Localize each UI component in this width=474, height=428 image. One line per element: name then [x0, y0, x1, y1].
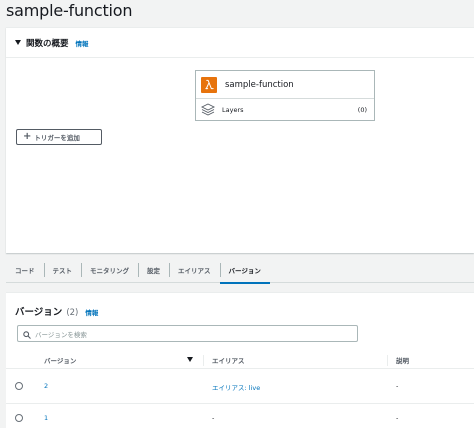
- overview-title: 関数の概要: [26, 38, 69, 49]
- plus-icon: +: [23, 131, 32, 142]
- column-divider: [203, 355, 204, 366]
- sort-down-icon[interactable]: [187, 357, 193, 362]
- function-overview-panel: 関数の概要 情報 sample-function Layers (0) + トリ…: [6, 27, 474, 253]
- versions-title: バージョン: [15, 307, 63, 318]
- tab-aliases[interactable]: エイリアス: [169, 258, 220, 282]
- search-placeholder: バージョンを検索: [35, 330, 87, 339]
- versions-header: バージョン (2) 情報: [15, 304, 98, 318]
- search-icon: [23, 324, 31, 343]
- version-link[interactable]: 2: [44, 382, 48, 390]
- tab-monitoring[interactable]: モニタリング: [81, 258, 138, 282]
- alias-link[interactable]: エイリアス: live: [212, 382, 260, 392]
- function-node[interactable]: sample-function: [196, 71, 374, 99]
- versions-info-link[interactable]: 情報: [85, 307, 98, 317]
- layers-node[interactable]: Layers (0): [196, 99, 374, 121]
- versions-panel: バージョン (2) 情報 バージョンを検索 バージョン エイリアス 説明 2 エ…: [6, 292, 474, 428]
- layers-icon: [200, 101, 216, 120]
- layers-label: Layers: [222, 106, 244, 114]
- column-header-alias[interactable]: エイリアス: [212, 351, 245, 369]
- versions-table-header: バージョン エイリアス 説明: [6, 351, 474, 369]
- tab-configuration[interactable]: 設定: [138, 258, 169, 282]
- table-row: 2 エイリアス: live -: [6, 369, 474, 404]
- description-cell: -: [396, 414, 399, 422]
- caret-down-icon[interactable]: [15, 40, 21, 45]
- versions-count: (2): [66, 308, 79, 318]
- function-diagram-box: sample-function Layers (0): [195, 70, 375, 121]
- tab-code[interactable]: コード: [6, 258, 44, 282]
- overview-info-link[interactable]: 情報: [76, 38, 89, 48]
- description-cell: -: [396, 382, 399, 390]
- page-title: sample-function: [6, 1, 133, 20]
- radio-icon[interactable]: [15, 382, 23, 390]
- version-link[interactable]: 1: [44, 414, 48, 422]
- column-header-version[interactable]: バージョン: [44, 351, 76, 369]
- column-header-description[interactable]: 説明: [396, 351, 409, 369]
- layers-count: (0): [357, 106, 367, 114]
- function-name: sample-function: [225, 79, 294, 90]
- add-trigger-label: トリガーを追加: [34, 134, 80, 142]
- add-trigger-button[interactable]: + トリガーを追加: [16, 129, 102, 145]
- overview-header[interactable]: 関数の概要 情報: [6, 28, 474, 58]
- table-row: 1 - -: [6, 404, 474, 428]
- function-tabs: コード テスト モニタリング 設定 エイリアス バージョン: [6, 257, 474, 284]
- lambda-icon: [201, 76, 217, 93]
- tab-test[interactable]: テスト: [43, 258, 82, 282]
- radio-icon[interactable]: [15, 414, 23, 422]
- alias-cell: -: [212, 414, 215, 422]
- column-divider: [387, 355, 388, 366]
- tab-versions[interactable]: バージョン: [219, 258, 271, 284]
- versions-search-input[interactable]: バージョンを検索: [17, 325, 358, 342]
